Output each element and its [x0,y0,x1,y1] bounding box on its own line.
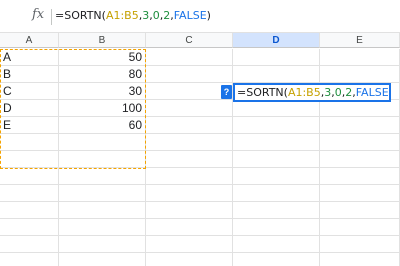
cell-c10[interactable] [146,202,233,219]
grid-row [0,253,400,266]
cell-a5[interactable]: E [0,117,59,134]
cell-b10[interactable] [59,202,146,219]
cell-a10[interactable] [0,202,59,219]
grid-row [0,202,400,219]
cell-e5[interactable] [320,117,400,134]
grid-row [0,185,400,202]
formula-bar-divider [51,9,52,25]
formula-token: ) [389,86,390,99]
cell-a9[interactable] [0,185,59,202]
formula-token: ) [206,9,211,22]
grid-row [0,168,400,185]
fx-icon: fx [32,7,45,22]
spreadsheet-grid: A B C D E A 50 B 80 C 30 D 100 E 60 ? =SORTN(A1:B… [0,33,400,266]
cell-editor-input[interactable]: =SORTN(A1:B5,3,0,2,FALSE) [233,83,391,102]
cell-d13[interactable] [233,253,320,266]
cell-a11[interactable] [0,219,59,236]
cell-a2[interactable]: B [0,66,59,83]
cell-d1[interactable] [233,49,320,66]
cell-c6[interactable] [146,134,233,151]
grid-row: B 80 [0,66,400,83]
grid-row: E 60 [0,117,400,134]
cell-b8[interactable] [59,168,146,185]
formula-token: A1:B5 [287,86,321,99]
cell-e7[interactable] [320,151,400,168]
column-header-a[interactable]: A [0,33,59,48]
cell-e9[interactable] [320,185,400,202]
cell-e11[interactable] [320,219,400,236]
cell-b4[interactable]: 100 [59,100,146,117]
cell-a12[interactable] [0,236,59,253]
cell-b5[interactable]: 60 [59,117,146,134]
column-header-d[interactable]: D [233,33,320,48]
cell-e1[interactable] [320,49,400,66]
cell-c4[interactable] [146,100,233,117]
cell-d4[interactable] [233,100,320,117]
formula-token: 0 [152,9,160,22]
cell-e12[interactable] [320,236,400,253]
cell-b6[interactable] [59,134,146,151]
cell-d6[interactable] [233,134,320,151]
cell-a3[interactable]: C [0,83,59,100]
cell-b9[interactable] [59,185,146,202]
cell-b1[interactable]: 50 [59,49,146,66]
cell-c13[interactable] [146,253,233,266]
cell-e10[interactable] [320,202,400,219]
grid-row [0,151,400,168]
formula-token: =SORTN( [237,86,288,99]
cell-d11[interactable] [233,219,320,236]
cell-d2[interactable] [233,66,320,83]
formula-bar: fx =SORTN(A1:B5,3,0,2,FALSE) [0,0,400,33]
column-header-b[interactable]: B [59,33,146,48]
formula-token: 0 [334,86,342,99]
formula-token: FALSE [355,86,389,99]
formula-input[interactable]: =SORTN(A1:B5,3,0,2,FALSE) [55,9,211,22]
cell-a6[interactable] [0,134,59,151]
cell-d8[interactable] [233,168,320,185]
cell-d9[interactable] [233,185,320,202]
cell-c11[interactable] [146,219,233,236]
cell-a4[interactable]: D [0,100,59,117]
grid-row: A 50 [0,49,400,66]
cell-c1[interactable] [146,49,233,66]
cell-c3[interactable] [146,83,233,100]
grid-row: D 100 [0,100,400,117]
grid-row [0,219,400,236]
formula-help-button[interactable]: ? [221,85,232,99]
cell-d7[interactable] [233,151,320,168]
cell-a7[interactable] [0,151,59,168]
cell-e6[interactable] [320,134,400,151]
cell-c7[interactable] [146,151,233,168]
cell-c2[interactable] [146,66,233,83]
cell-b11[interactable] [59,219,146,236]
grid-row [0,236,400,253]
cell-c8[interactable] [146,168,233,185]
cell-e8[interactable] [320,168,400,185]
cell-a8[interactable] [0,168,59,185]
column-header-c[interactable]: C [146,33,233,48]
formula-token: =SORTN( [55,9,106,22]
cell-e13[interactable] [320,253,400,266]
cell-b7[interactable] [59,151,146,168]
grid-row [0,134,400,151]
cell-b13[interactable] [59,253,146,266]
cell-b12[interactable] [59,236,146,253]
cell-c12[interactable] [146,236,233,253]
formula-token: A1:B5 [105,9,139,22]
cell-a1[interactable]: A [0,49,59,66]
cell-d10[interactable] [233,202,320,219]
cell-d5[interactable] [233,117,320,134]
cell-editor-d1[interactable]: ? =SORTN(A1:B5,3,0,2,FALSE) [221,83,391,102]
formula-token: FALSE [173,9,207,22]
cell-d12[interactable] [233,236,320,253]
cell-e2[interactable] [320,66,400,83]
cell-b2[interactable]: 80 [59,66,146,83]
column-header-e[interactable]: E [320,33,400,48]
cell-a13[interactable] [0,253,59,266]
cell-c9[interactable] [146,185,233,202]
cell-e4[interactable] [320,100,400,117]
cell-c5[interactable] [146,117,233,134]
cell-b3[interactable]: 30 [59,83,146,100]
